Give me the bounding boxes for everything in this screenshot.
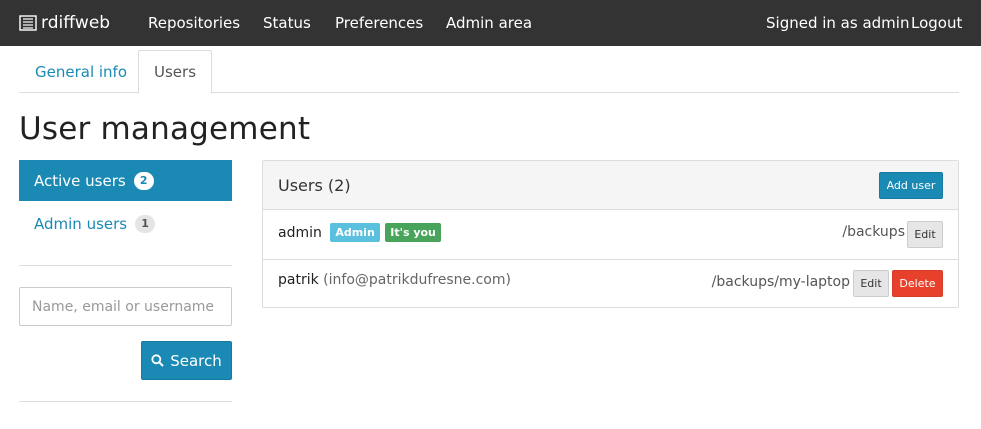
add-user-button[interactable]: Add user bbox=[879, 172, 943, 199]
user-name-cell: patrik (info@patrikdufresne.com) bbox=[278, 272, 511, 288]
user-email: (info@patrikdufresne.com) bbox=[323, 272, 511, 288]
nav-admin-area[interactable]: Admin area bbox=[446, 0, 532, 46]
sidebar-item-active-users[interactable]: Active users 2 bbox=[19, 160, 232, 201]
panel-heading: Users (2) Add user bbox=[263, 161, 958, 210]
username: admin bbox=[278, 225, 322, 241]
brand-name: rdiffweb bbox=[41, 13, 111, 33]
logout-link[interactable]: Logout bbox=[911, 0, 962, 46]
top-navbar: rdiffweb Repositories Status Preferences… bbox=[0, 0, 981, 46]
admin-label: Admin bbox=[330, 223, 380, 242]
sidebar-divider bbox=[19, 265, 232, 266]
user-name-cell: admin Admin It's you bbox=[278, 223, 441, 242]
nav-preferences[interactable]: Preferences bbox=[335, 0, 423, 46]
admin-tabs: General info Users bbox=[19, 50, 959, 94]
nav-repositories[interactable]: Repositories bbox=[148, 0, 240, 46]
users-panel: Users (2) Add user admin Admin It's you … bbox=[262, 160, 959, 308]
count-badge: 2 bbox=[133, 171, 154, 190]
its-you-label: It's you bbox=[385, 223, 441, 242]
signed-in-user[interactable]: Signed in as admin bbox=[766, 0, 909, 46]
sidebar-item-label: Admin users bbox=[34, 214, 128, 233]
sidebar-divider bbox=[19, 401, 232, 402]
panel-title: Users (2) bbox=[278, 176, 351, 195]
count-badge: 1 bbox=[135, 214, 156, 233]
search-input[interactable] bbox=[19, 287, 232, 326]
edit-button[interactable]: Edit bbox=[853, 270, 889, 297]
brand-link[interactable]: rdiffweb bbox=[19, 0, 110, 46]
tab-users[interactable]: Users bbox=[138, 50, 213, 94]
server-icon bbox=[19, 15, 37, 31]
search-icon bbox=[151, 354, 164, 367]
page-title: User management bbox=[19, 111, 311, 147]
delete-button[interactable]: Delete bbox=[892, 270, 943, 297]
table-row: admin Admin It's you /backups Edit bbox=[263, 210, 958, 259]
username: patrik bbox=[278, 272, 319, 288]
nav-status[interactable]: Status bbox=[263, 0, 311, 46]
edit-button[interactable]: Edit bbox=[907, 221, 943, 248]
sidebar-item-label: Active users bbox=[34, 171, 126, 190]
table-row: patrik (info@patrikdufresne.com) /backup… bbox=[263, 259, 958, 308]
search-button[interactable]: Search bbox=[141, 341, 232, 380]
sidebar-item-admin-users[interactable]: Admin users 1 bbox=[19, 203, 232, 244]
user-root-path: /backups bbox=[842, 224, 905, 240]
search-button-label: Search bbox=[170, 351, 222, 370]
user-root-path: /backups/my-laptop bbox=[711, 274, 850, 290]
tab-general-info[interactable]: General info bbox=[20, 50, 142, 93]
